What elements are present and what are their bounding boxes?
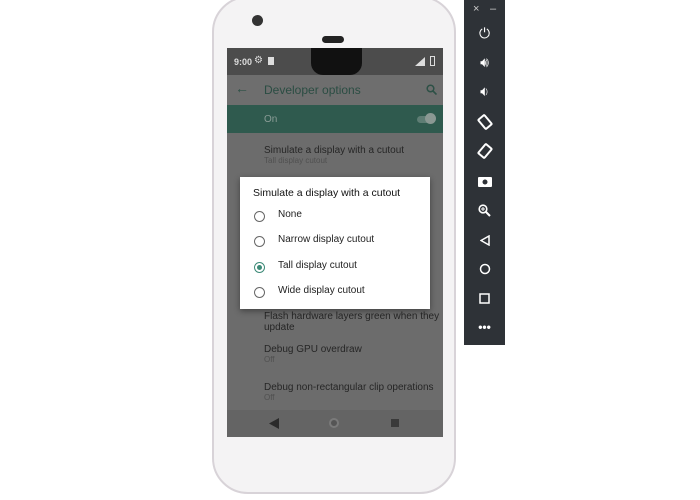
option-none[interactable]: None [240,205,430,230]
option-tall[interactable]: Tall display cutout [240,256,430,281]
option-label: Narrow display cutout [278,234,375,245]
display-cutout [311,48,362,75]
zoom-icon[interactable] [464,198,505,220]
volume-up-icon[interactable]: 🔊︎ [464,51,505,73]
setting-title: Debug non-rectangular clip operations [264,382,434,393]
close-icon[interactable]: × [473,3,479,15]
emulator-toolbar: × – ⏻ 🔊︎ 🔉︎ ••• [464,0,505,345]
minimize-icon[interactable]: – [490,3,496,15]
app-bar: ← Developer options [227,75,443,105]
earpiece-speaker [322,36,344,43]
home-circle-icon[interactable] [329,418,339,428]
radio-button-selected[interactable] [254,262,265,273]
overview-icon[interactable] [464,286,505,308]
setting-title: Debug GPU overdraw [264,344,362,355]
cutout-dialog: Simulate a display with a cutout None Na… [240,177,430,309]
option-narrow[interactable]: Narrow display cutout [240,230,430,255]
dialog-title: Simulate a display with a cutout [253,187,401,199]
setting-title: Simulate a display with a cutout [264,145,405,156]
recents-square-icon[interactable] [391,419,399,427]
battery-icon [430,56,435,66]
setting-title-cont: update [264,322,295,333]
option-label: None [278,209,302,220]
setting-clip-ops[interactable]: Debug non-rectangular clip operations Of… [264,382,434,402]
more-icon[interactable]: ••• [464,316,505,338]
master-switch-row[interactable]: On [227,105,443,133]
front-camera [252,15,263,26]
rotate-left-icon[interactable] [464,110,505,132]
master-switch-label: On [264,114,278,125]
setting-title: Flash hardware layers green when they [264,311,440,322]
radio-button[interactable] [254,287,265,298]
option-label: Wide display cutout [278,285,365,296]
arrow-left-icon[interactable]: ← [235,80,249,96]
back-icon[interactable] [464,228,505,250]
page-title: Developer options [264,83,361,97]
home-icon[interactable] [464,257,505,279]
setting-summary: Tall display cutout [264,156,328,165]
setting-summary: Off [264,355,275,364]
rotate-right-icon[interactable] [464,139,505,161]
setting-flash-hw-layers[interactable]: Flash hardware layers green when they up… [264,311,439,333]
setting-gpu-overdraw[interactable]: Debug GPU overdraw Off [264,344,362,364]
nav-bar [227,410,443,437]
camera-icon[interactable] [464,169,505,191]
volume-down-icon[interactable]: 🔉︎ [464,80,505,102]
back-triangle-icon[interactable] [269,418,279,429]
status-time: 9:00 [234,57,253,67]
radio-button[interactable] [254,236,265,247]
radio-button[interactable] [254,211,265,222]
gear-icon: ⚙ [254,55,263,66]
power-icon[interactable]: ⏻ [464,22,505,44]
setting-summary: Off [264,393,275,402]
sd-card-icon [268,57,274,65]
search-icon[interactable] [426,84,437,95]
option-wide[interactable]: Wide display cutout [240,281,430,306]
master-toggle-thumb [425,113,436,124]
setting-cutout[interactable]: Simulate a display with a cutout Tall di… [264,145,404,165]
option-label: Tall display cutout [278,260,357,271]
signal-icon [415,57,425,66]
